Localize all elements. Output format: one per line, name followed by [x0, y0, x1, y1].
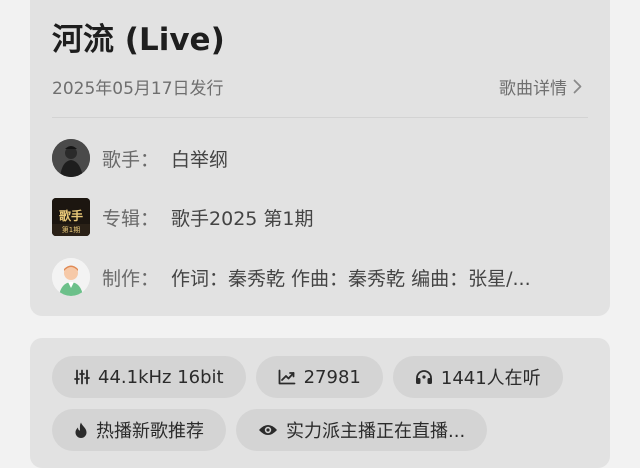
album-cover-title: 歌手 — [59, 208, 83, 223]
listeners-text: 1441人在听 — [440, 368, 541, 389]
album-label: 专辑： — [102, 207, 160, 230]
song-title: 河流 (Live) — [52, 22, 225, 58]
release-date: 2025年05月17日发行 — [52, 79, 224, 99]
singer-avatar — [52, 139, 90, 177]
live-stream-tag[interactable]: 实力派主播正在直播... — [236, 409, 488, 451]
singer-label: 歌手： — [102, 148, 160, 171]
audio-quality-text: 44.1kHz 16bit — [98, 366, 224, 388]
hot-recommend-tag[interactable]: 热播新歌推荐 — [52, 409, 226, 451]
trend-chart-icon — [278, 369, 296, 385]
song-detail-link[interactable]: 歌曲详情 — [499, 74, 582, 99]
singer-name[interactable]: 白举纲 — [171, 145, 228, 172]
song-info-card: 河流 (Live) 2025年05月17日发行 歌曲详情 歌手： 白举纲 歌手 … — [30, 0, 610, 316]
audio-quality-tag[interactable]: 44.1kHz 16bit — [52, 356, 246, 398]
song-tags-card: 44.1kHz 16bit 27981 1441人在听 热播新歌推荐 实力派主播… — [30, 338, 610, 468]
equalizer-icon — [74, 369, 90, 385]
credits-text: 作词：秦秀乾 作曲：秦秀乾 编曲：张星/... — [171, 267, 531, 290]
live-stream-text: 实力派主播正在直播... — [286, 421, 466, 442]
singer-row[interactable]: 歌手： 白举纲 — [52, 139, 588, 177]
album-cover-subtitle: 第1期 — [62, 225, 80, 234]
credits-row[interactable]: 制作： 作词：秦秀乾 作曲：秦秀乾 编曲：张星/... — [52, 258, 588, 296]
play-count-text: 27981 — [303, 366, 361, 388]
credits-label: 制作： — [102, 267, 160, 290]
tags-row: 热播新歌推荐 实力派主播正在直播... — [52, 409, 488, 451]
producer-avatar — [52, 258, 90, 296]
headphones-icon — [415, 369, 433, 385]
album-row[interactable]: 歌手 第1期 专辑： 歌手2025 第1期 — [52, 198, 588, 236]
hot-recommend-text: 热播新歌推荐 — [96, 421, 204, 442]
song-detail-label: 歌曲详情 — [499, 79, 567, 99]
album-name[interactable]: 歌手2025 第1期 — [171, 204, 313, 231]
album-cover: 歌手 第1期 — [52, 198, 90, 236]
divider — [52, 117, 588, 118]
play-count-tag[interactable]: 27981 — [255, 356, 383, 398]
tags-row: 44.1kHz 16bit 27981 1441人在听 — [52, 356, 563, 398]
chevron-right-icon — [573, 79, 582, 94]
flame-icon — [74, 422, 88, 439]
eye-icon — [258, 423, 278, 437]
listeners-tag[interactable]: 1441人在听 — [392, 356, 563, 398]
